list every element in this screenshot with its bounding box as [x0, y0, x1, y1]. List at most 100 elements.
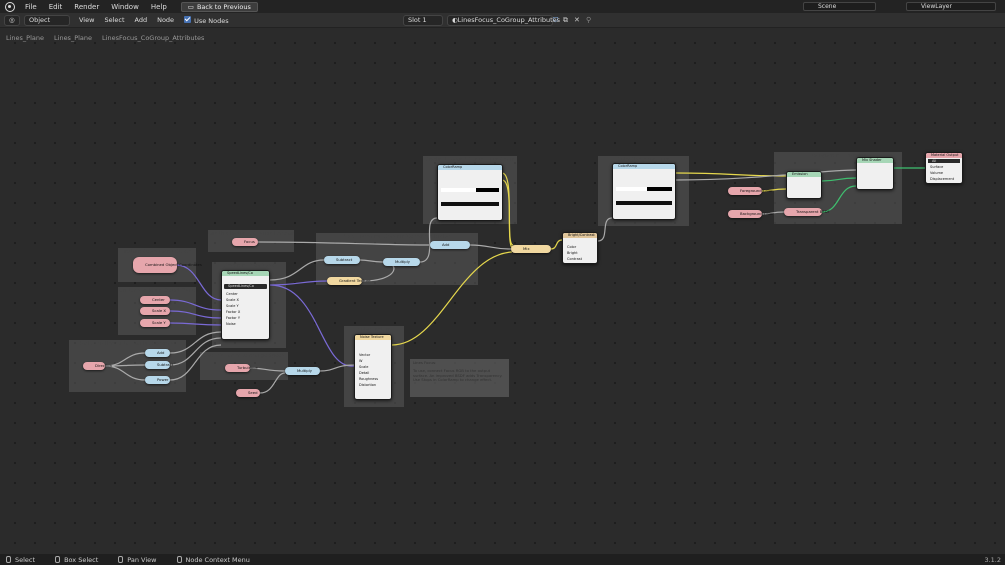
- breadcrumb-material: LinesFocus_CoGroup_Attributes: [102, 34, 205, 42]
- direction-value-node[interactable]: Direction: [83, 362, 112, 370]
- gradient-texture-node[interactable]: Gradient Texture: [327, 277, 371, 285]
- texcoord-label: Combined Object Coordinates: [145, 262, 202, 267]
- center-value-node[interactable]: Center: [140, 296, 170, 304]
- mix-rgb-node[interactable]: Mix: [511, 245, 551, 253]
- menu-view[interactable]: View: [74, 16, 99, 24]
- frame-split-title: Split Horizontal Gradient/Center for Mot…: [343, 234, 451, 240]
- bright-contrast-header: Bright/Contrast: [563, 233, 597, 238]
- multiply-math-node-2[interactable]: Multiply: [383, 258, 420, 266]
- menu-select[interactable]: Select: [99, 16, 129, 24]
- output-target-select[interactable]: All: [928, 159, 960, 163]
- group-selector[interactable]: SpeedLines/Co: [224, 284, 267, 289]
- bg-color-label: Background Color: [740, 211, 774, 216]
- frame-contrast-title: Use this Factor to Change Contrast: [208, 231, 294, 237]
- close-icon[interactable]: ✕: [574, 16, 580, 24]
- status-select-label: Select: [15, 555, 36, 564]
- view-layer-selector[interactable]: ViewLayer: [906, 2, 996, 11]
- material-output-header: Material Output: [926, 153, 962, 158]
- fake-user-shield-icon[interactable]: ⛉: [553, 16, 558, 25]
- noise-row-distortion[interactable]: Distortion: [355, 382, 391, 388]
- subtract-math-node[interactable]: Subtract: [145, 361, 174, 369]
- menu-help[interactable]: Help: [145, 3, 173, 11]
- mix-shader-node[interactable]: Mix Shader: [856, 157, 894, 190]
- group-node-header: SpeedLines/Co: [222, 271, 269, 276]
- add-math-node[interactable]: Add: [145, 349, 170, 357]
- duplicate-icon[interactable]: ⧉: [563, 16, 568, 25]
- color-ramp-2-swatch[interactable]: [616, 201, 672, 205]
- note-title: Lines Focus: [413, 360, 435, 365]
- color-ramp-2-gradient[interactable]: [616, 187, 672, 191]
- mouse-right-icon: [176, 556, 182, 563]
- power-math-node[interactable]: Power: [145, 376, 170, 384]
- group-node-speedlines[interactable]: SpeedLines/Co SpeedLines/Co Center Scale…: [221, 270, 270, 340]
- background-color-node[interactable]: Background Color: [728, 210, 774, 218]
- scale-x-value-node[interactable]: Scale X: [140, 307, 170, 315]
- seed-label: Seed: [248, 390, 258, 395]
- status-context: Node Context Menu: [176, 556, 250, 564]
- color-ramp-node-2[interactable]: ColorRamp: [612, 163, 676, 220]
- transparent-bsdf-node[interactable]: Transparent BSDF: [784, 208, 830, 216]
- color-ramp-node-1[interactable]: ColorRamp: [437, 164, 503, 221]
- note-body: To use, connect Focus RGB to the output …: [413, 367, 503, 383]
- use-nodes-checkbox[interactable]: Use Nodes: [179, 15, 234, 25]
- multiply-math-node-1[interactable]: Multiply: [285, 367, 320, 375]
- menu-edit[interactable]: Edit: [43, 3, 69, 11]
- multiply-label-1: Multiply: [297, 368, 312, 373]
- status-pan-label: Pan View: [127, 555, 157, 564]
- scene-selector[interactable]: Scene: [803, 2, 876, 11]
- pin-icon[interactable]: ⚲: [586, 16, 591, 24]
- material-output-node[interactable]: Material Output All Surface Volume Displ…: [925, 152, 963, 184]
- status-box-select: Box Select: [55, 556, 98, 564]
- frame-gradient-lines-title: Gradient Lines Node: [223, 263, 275, 269]
- transparent-label: Transparent BSDF: [796, 209, 830, 214]
- bright-contrast-node[interactable]: Bright/Contrast Color Bright Contrast: [562, 232, 598, 264]
- material-selector[interactable]: ◐ LinesFocus_CoGroup_Attributes: [447, 14, 560, 26]
- breadcrumb-mesh: Lines_Plane: [54, 34, 93, 42]
- subtract-label: Subtract: [157, 362, 174, 367]
- texcoord-node[interactable]: Combined Object Coordinates: [133, 257, 202, 273]
- color-ramp-1-gradient[interactable]: [441, 188, 499, 192]
- menu-window[interactable]: Window: [105, 3, 145, 11]
- menu-render[interactable]: Render: [68, 3, 105, 11]
- breadcrumb-object: Lines_Plane: [6, 34, 45, 42]
- breadcrumb: Lines_Plane Lines_Plane LinesFocus_CoGro…: [6, 34, 204, 42]
- noise-texture-node[interactable]: Noise Texture Vector W Scale Detail Roug…: [354, 334, 392, 400]
- blender-logo-icon[interactable]: [5, 1, 15, 12]
- color-ramp-1-header: ColorRamp: [438, 165, 502, 170]
- back-to-previous-label: Back to Previous: [196, 2, 251, 11]
- menu-add[interactable]: Add: [130, 16, 153, 24]
- slot-label: Slot 1: [408, 16, 427, 24]
- slot-dropdown[interactable]: Slot 1: [403, 14, 443, 26]
- menu-node[interactable]: Node: [152, 16, 179, 24]
- focus-value-node[interactable]: Focus: [232, 238, 258, 246]
- info-note-frame[interactable]: Lines Focus To use, connect Focus RGB to…: [410, 359, 509, 397]
- seed-value-node[interactable]: Seed: [236, 389, 260, 397]
- frame-switch-title: Switch to Horizontal, Radial, Spherical: [79, 341, 176, 347]
- editor-type-selector[interactable]: ◎: [4, 14, 20, 26]
- output-row-displacement: Displacement: [930, 177, 955, 181]
- menu-file[interactable]: File: [19, 3, 43, 11]
- status-select: Select: [6, 556, 35, 564]
- foreground-color-node[interactable]: Foreground Color: [728, 187, 773, 195]
- material-name: LinesFocus_CoGroup_Attributes: [457, 16, 561, 24]
- scale-x-label: Scale X: [152, 308, 167, 313]
- mix-label: Mix: [523, 246, 530, 251]
- add-math-node-2[interactable]: Add: [430, 241, 470, 249]
- center-label: Center: [152, 297, 165, 302]
- subtract-math-node-2[interactable]: Subtract: [324, 256, 360, 264]
- fg-color-label: Foreground Color: [740, 188, 773, 193]
- node-editor-header: ◎ Object View Select Add Node Use Nodes …: [0, 13, 1005, 28]
- color-ramp-1-swatch[interactable]: [441, 202, 499, 206]
- status-pan: Pan View: [118, 555, 157, 564]
- back-to-previous-button[interactable]: ▭ Back to Previous: [180, 1, 258, 12]
- frame-texcoord-title: Texture Coordinate / Object: [122, 249, 192, 255]
- emission-node[interactable]: Emission: [786, 171, 822, 199]
- frame-speed-title: Use this Factor to change Speed: [203, 353, 285, 359]
- bc-row-contrast[interactable]: Contrast: [563, 256, 597, 262]
- frame-gradient-focus-title: Gradient Focus / Blur of Lines Count: [425, 157, 515, 163]
- scale-y-value-node[interactable]: Scale Y: [140, 319, 170, 327]
- mouse-drag-icon: [55, 556, 61, 563]
- scene-name: Scene: [818, 3, 837, 10]
- turbulence-value-node[interactable]: Turbulence: [225, 364, 258, 372]
- object-mode-dropdown[interactable]: Object: [24, 14, 70, 26]
